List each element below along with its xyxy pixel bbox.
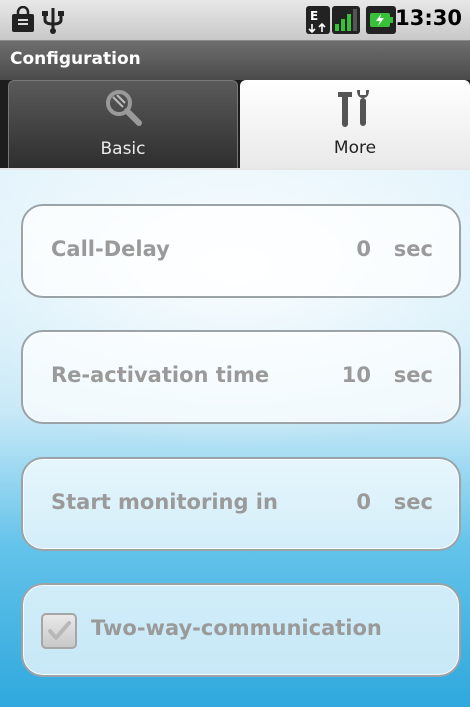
- reactivation-time-unit: sec: [393, 363, 433, 387]
- tab-basic-label: Basic: [100, 139, 146, 159]
- app-title: Configuration: [10, 49, 141, 69]
- reactivation-time-setting[interactable]: Re-activation time 10 sec: [21, 330, 461, 424]
- tab-bar: Basic More: [0, 80, 470, 170]
- call-delay-label: Call-Delay: [51, 237, 170, 261]
- status-bar: E 13:30: [0, 0, 470, 40]
- start-monitoring-label: Start monitoring in: [51, 490, 278, 514]
- start-monitoring-setting[interactable]: Start monitoring in 0 sec: [21, 457, 461, 551]
- start-monitoring-value: 0: [356, 490, 371, 514]
- settings-panel: Call-Delay 0 sec Re-activation time 10 s…: [0, 170, 470, 707]
- two-way-communication-setting[interactable]: Two-way-communication: [21, 583, 461, 677]
- call-delay-value: 0: [356, 237, 371, 261]
- usb-icon: [42, 6, 64, 38]
- app-title-bar: Configuration: [0, 40, 470, 80]
- signal-icon: [332, 6, 360, 38]
- tab-more[interactable]: More: [240, 80, 470, 168]
- svg-text:E: E: [310, 9, 318, 23]
- status-time: 13:30: [395, 6, 462, 30]
- call-delay-unit: sec: [393, 237, 433, 261]
- reactivation-time-label: Re-activation time: [51, 363, 270, 387]
- checkmark-icon: [48, 621, 71, 640]
- start-monitoring-unit: sec: [393, 490, 433, 514]
- reactivation-time-value: 10: [341, 363, 371, 387]
- battery-charging-icon: [366, 6, 396, 38]
- shopping-bag-icon: [10, 5, 36, 38]
- wrench-magnifier-icon: [103, 87, 143, 135]
- tab-basic[interactable]: Basic: [8, 80, 238, 168]
- call-delay-setting[interactable]: Call-Delay 0 sec: [21, 204, 461, 298]
- tab-more-label: More: [333, 138, 377, 158]
- data-transfer-icon: E: [306, 6, 330, 38]
- two-way-communication-label: Two-way-communication: [91, 616, 382, 640]
- two-way-communication-checkbox[interactable]: [41, 613, 77, 649]
- tools-icon: [333, 86, 377, 134]
